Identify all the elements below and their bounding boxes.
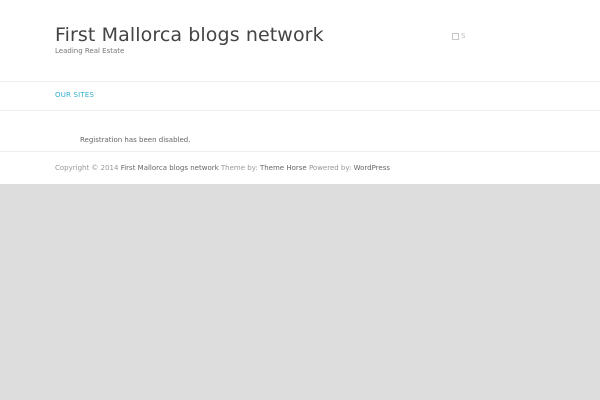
site-footer: Copyright © 2014 First Mallorca blogs ne… — [0, 152, 600, 184]
search-icon[interactable] — [452, 32, 459, 40]
page-container: First Mallorca blogs network Leading Rea… — [0, 0, 600, 184]
search-input[interactable]: S — [461, 31, 465, 41]
footer-info: Copyright © 2014 First Mallorca blogs ne… — [55, 164, 390, 172]
search-box[interactable]: S — [452, 31, 465, 41]
nav-item-our-sites[interactable]: OUR SITES — [55, 91, 94, 99]
site-header: First Mallorca blogs network Leading Rea… — [0, 0, 600, 82]
powered-by-text: Powered by: — [308, 164, 352, 172]
theme-by-text: Theme by: — [220, 164, 258, 172]
copyright-text: Copyright © 2014 — [55, 164, 119, 172]
footer-site-link[interactable]: First Mallorca blogs network — [121, 164, 219, 172]
wordpress-link[interactable]: WordPress — [354, 164, 390, 172]
site-description: Leading Real Estate — [55, 47, 125, 55]
main-content: Registration has been disabled. — [0, 111, 600, 152]
site-title[interactable]: First Mallorca blogs network — [55, 24, 324, 46]
theme-horse-link[interactable]: Theme Horse — [260, 164, 307, 172]
registration-message: Registration has been disabled. — [80, 136, 191, 144]
main-navigation: OUR SITES — [0, 82, 600, 111]
